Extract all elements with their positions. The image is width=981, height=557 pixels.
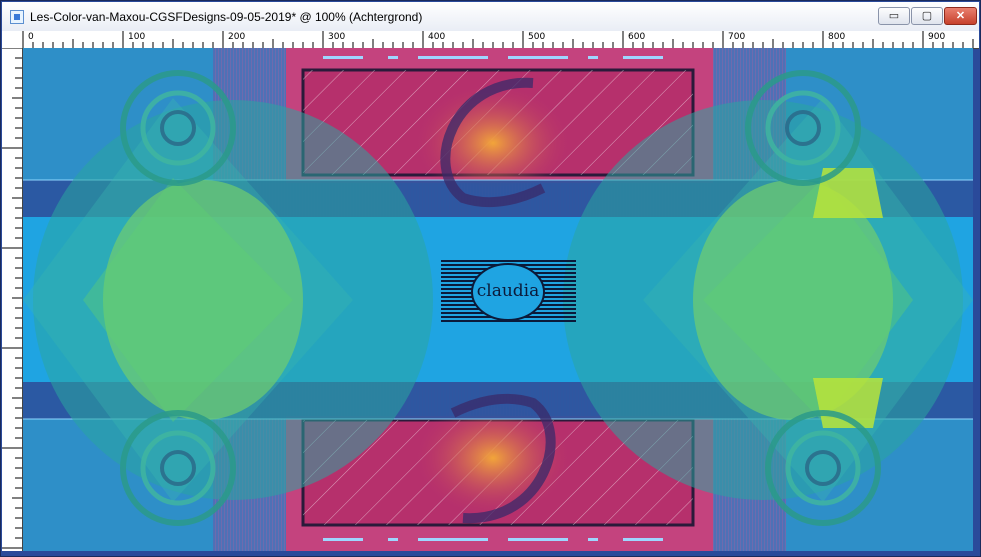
title-bar[interactable]: Les-Color-van-Maxou-CGSFDesigns-09-05-20… xyxy=(2,2,979,32)
ruler-label-900: 900 xyxy=(928,32,946,42)
watermark-text: claudia xyxy=(477,281,540,301)
artwork: claudia xyxy=(23,48,973,551)
ruler-label-700: 700 xyxy=(728,32,746,42)
ruler-label-800: 800 xyxy=(828,32,846,42)
ruler-label-300: 300 xyxy=(328,32,346,42)
document-icon xyxy=(10,10,24,24)
ruler-label-400: 400 xyxy=(428,32,446,42)
window-title: Les-Color-van-Maxou-CGSFDesigns-09-05-20… xyxy=(30,10,423,24)
ruler-label-0: 0 xyxy=(28,32,34,42)
ruler-label-200: 200 xyxy=(228,32,246,42)
ruler-label-100: 100 xyxy=(128,32,146,42)
ruler-label-500: 500 xyxy=(528,32,546,42)
right-top-lime-accent xyxy=(813,168,883,218)
close-button[interactable]: ✕ xyxy=(944,7,977,25)
vertical-ruler[interactable] xyxy=(2,48,23,551)
maximize-button[interactable]: ▢ xyxy=(911,7,943,25)
image-canvas[interactable]: claudia xyxy=(23,48,973,551)
app-window: Les-Color-van-Maxou-CGSFDesigns-09-05-20… xyxy=(0,0,981,557)
horizontal-ruler[interactable]: 0 100 200 300 400 500 600 700 800 900 xyxy=(10,31,979,49)
minimize-button[interactable]: ▭ xyxy=(878,7,910,25)
vertical-ruler-ticks xyxy=(2,48,22,549)
ruler-corner xyxy=(2,31,10,48)
ruler-label-600: 600 xyxy=(628,32,646,42)
